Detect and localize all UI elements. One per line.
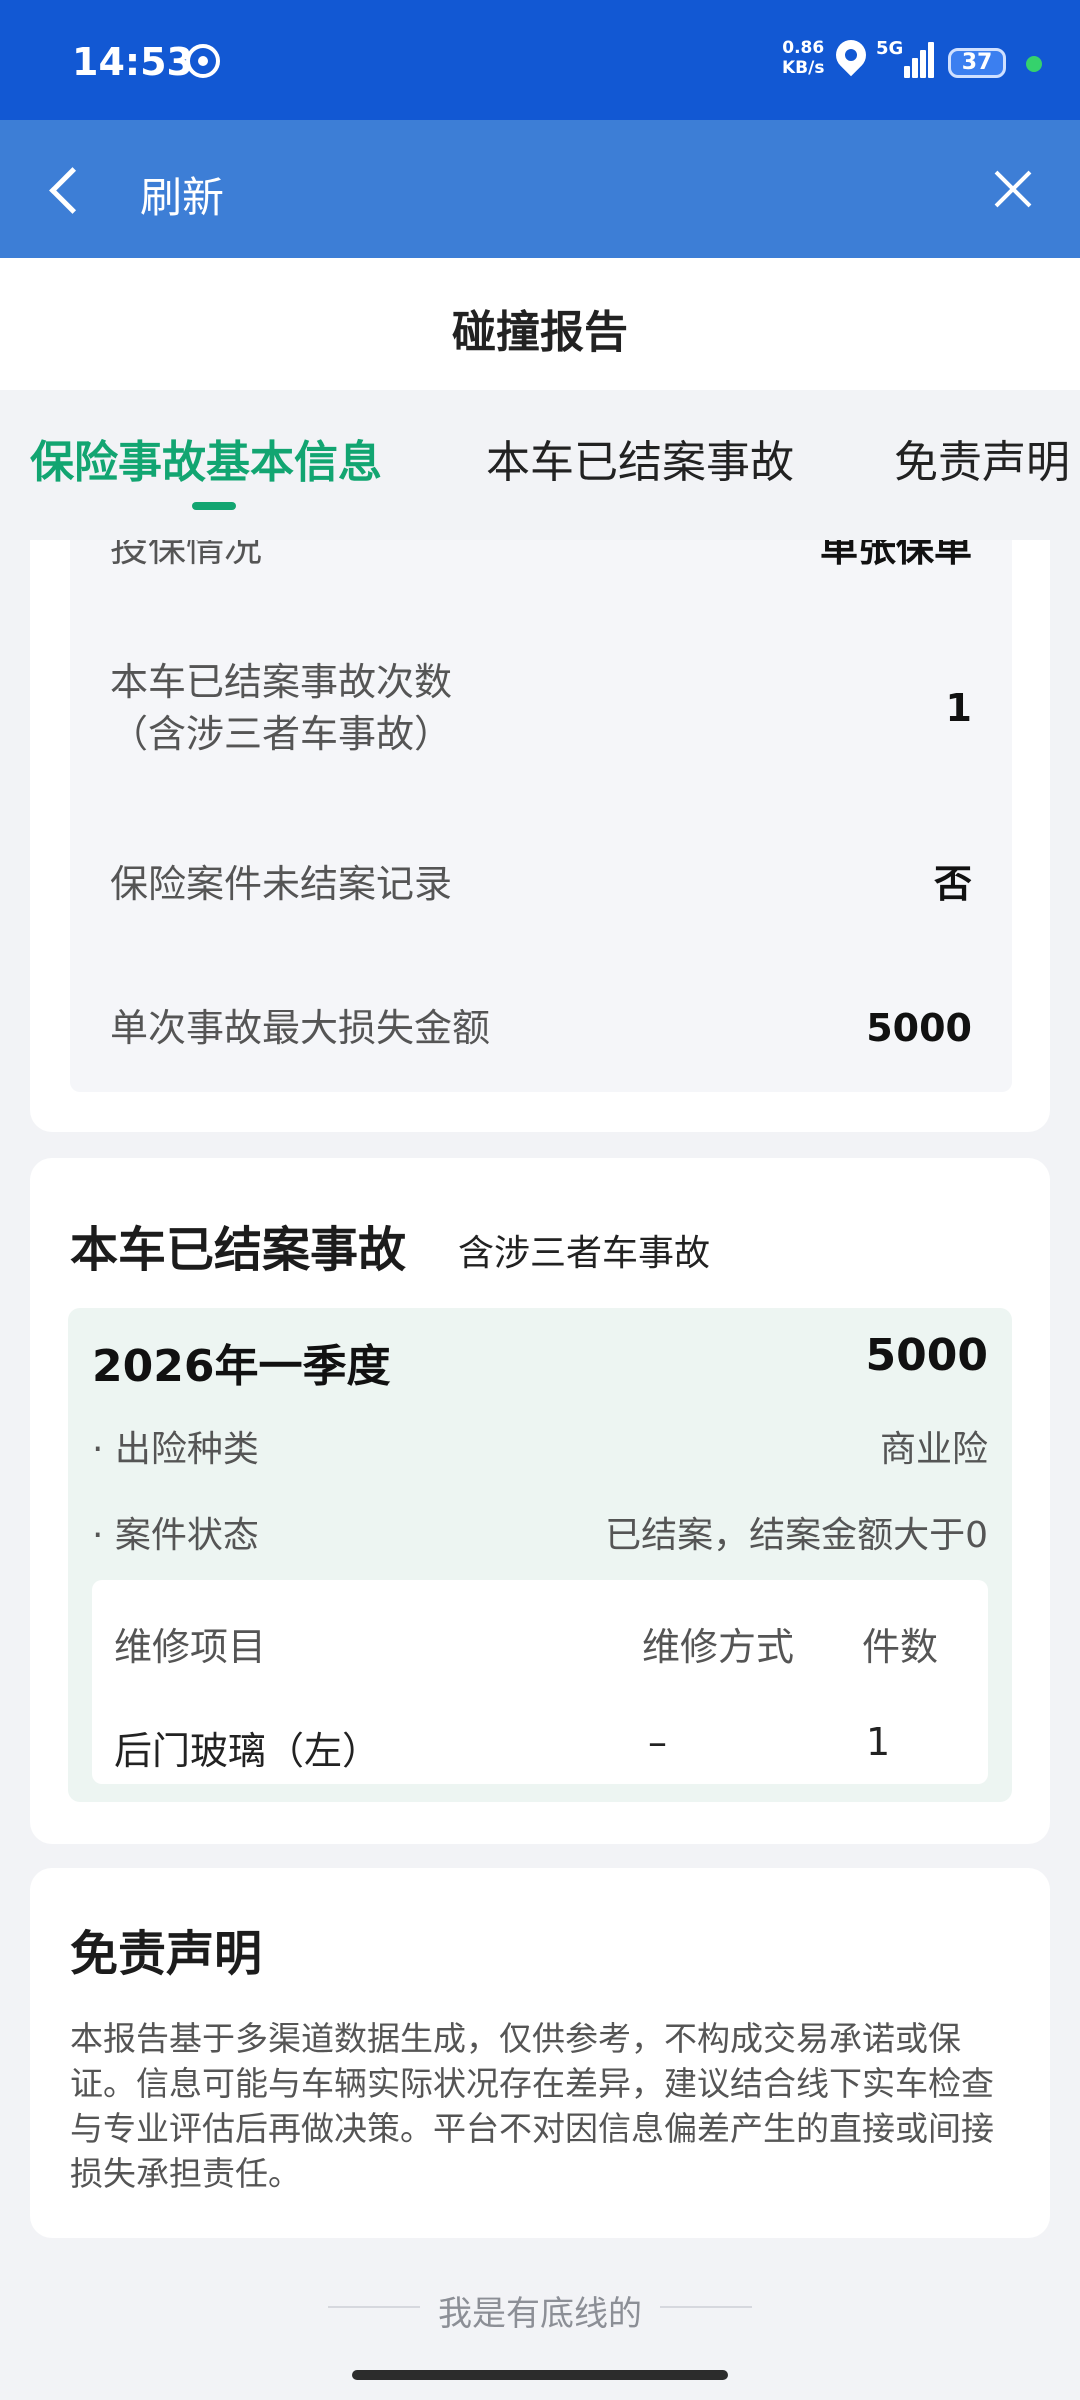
nav-bar: 刷新	[0, 120, 1080, 258]
detail-label: · 案件状态	[92, 1515, 259, 1556]
info-value: 单张保单	[819, 540, 972, 570]
detail-value: 已结案，结案金额大于0	[605, 1515, 988, 1556]
repair-item-method: –	[648, 1720, 667, 1764]
repair-table: 维修项目 维修方式 件数 后门玻璃（左） – 1	[92, 1580, 988, 1784]
basic-info-panel: 投保情况 单张保单 本车已结案事故次数 （含涉三者车事故） 1 保险案件未结案记…	[70, 540, 1012, 1092]
tab-settled-claims[interactable]: 本车已结案事故	[486, 426, 794, 490]
tab-bar: 保险事故基本信息 本车已结案事故 免责声明	[0, 390, 1080, 540]
app-icon	[186, 44, 220, 78]
settled-claims-card: 本车已结案事故 含涉三者车事故 2026年一季度 5000 · 出险种类 商业险…	[30, 1158, 1050, 1844]
detail-label: · 出险种类	[92, 1429, 259, 1470]
battery-icon: 37	[948, 48, 1006, 78]
status-time: 14:53	[72, 40, 193, 84]
info-label: 保险案件未结案记录	[110, 862, 453, 906]
footer-text: 我是有底线的	[438, 2294, 642, 2334]
network-speed: 0.86 KB/s	[782, 38, 824, 78]
network-speed-unit: KB/s	[782, 58, 825, 78]
info-label: 投保情况	[110, 540, 263, 570]
info-value: 1	[945, 686, 972, 730]
tab-basic-info[interactable]: 保险事故基本信息	[30, 426, 382, 490]
info-label-line2: （含涉三者车事故）	[110, 712, 453, 756]
info-label: 本车已结案事故次数 （含涉三者车事故）	[110, 656, 452, 760]
refresh-button[interactable]: 刷新	[140, 164, 224, 225]
page-header: 碰撞报告	[0, 258, 1080, 390]
section-subtitle: 含涉三者车事故	[458, 1233, 711, 1274]
network-speed-value: 0.86	[782, 38, 825, 58]
info-value: 否	[933, 862, 972, 906]
repair-header-method: 维修方式	[642, 1625, 795, 1669]
disclaimer-card: 免责声明 本报告基于多渠道数据生成，仅供参考，不构成交易承诺或保证。信息可能与车…	[30, 1868, 1050, 2238]
network-type: 5G	[876, 38, 904, 59]
detail-value: 商业险	[879, 1429, 988, 1470]
tab-disclaimer[interactable]: 免责声明	[894, 426, 1070, 490]
info-label: 单次事故最大损失金额	[110, 1006, 491, 1050]
home-indicator[interactable]	[352, 2370, 728, 2380]
claim-period: 2026年一季度	[92, 1341, 391, 1392]
claim-amount: 5000	[865, 1330, 988, 1381]
signal-icon	[904, 40, 936, 78]
page-title: 碰撞报告	[452, 307, 628, 358]
repair-header-item: 维修项目	[114, 1625, 267, 1669]
repair-header-count: 件数	[862, 1625, 939, 1669]
info-value: 5000	[866, 1006, 972, 1050]
repair-item-name: 后门玻璃（左）	[114, 1729, 381, 1773]
disclaimer-body: 本报告基于多渠道数据生成，仅供参考，不构成交易承诺或保证。信息可能与车辆实际状况…	[70, 2019, 994, 2193]
info-label-line1: 本车已结案事故次数	[110, 660, 453, 704]
section-title: 本车已结案事故	[70, 1222, 407, 1278]
back-icon[interactable]	[36, 160, 96, 220]
claim-item: 2026年一季度 5000 · 出险种类 商业险 · 案件状态 已结案，结案金额…	[68, 1308, 1012, 1802]
location-icon	[829, 33, 873, 77]
status-bar: 14:53 0.86 KB/s 5G 37	[0, 0, 1080, 120]
close-icon[interactable]	[985, 160, 1045, 220]
active-tab-indicator	[192, 502, 236, 510]
repair-item-count: 1	[866, 1720, 891, 1764]
indicator-dot	[1026, 56, 1042, 72]
disclaimer-title: 免责声明	[70, 1926, 263, 1982]
basic-info-card: 投保情况 单张保单 本车已结案事故次数 （含涉三者车事故） 1 保险案件未结案记…	[30, 540, 1050, 1132]
